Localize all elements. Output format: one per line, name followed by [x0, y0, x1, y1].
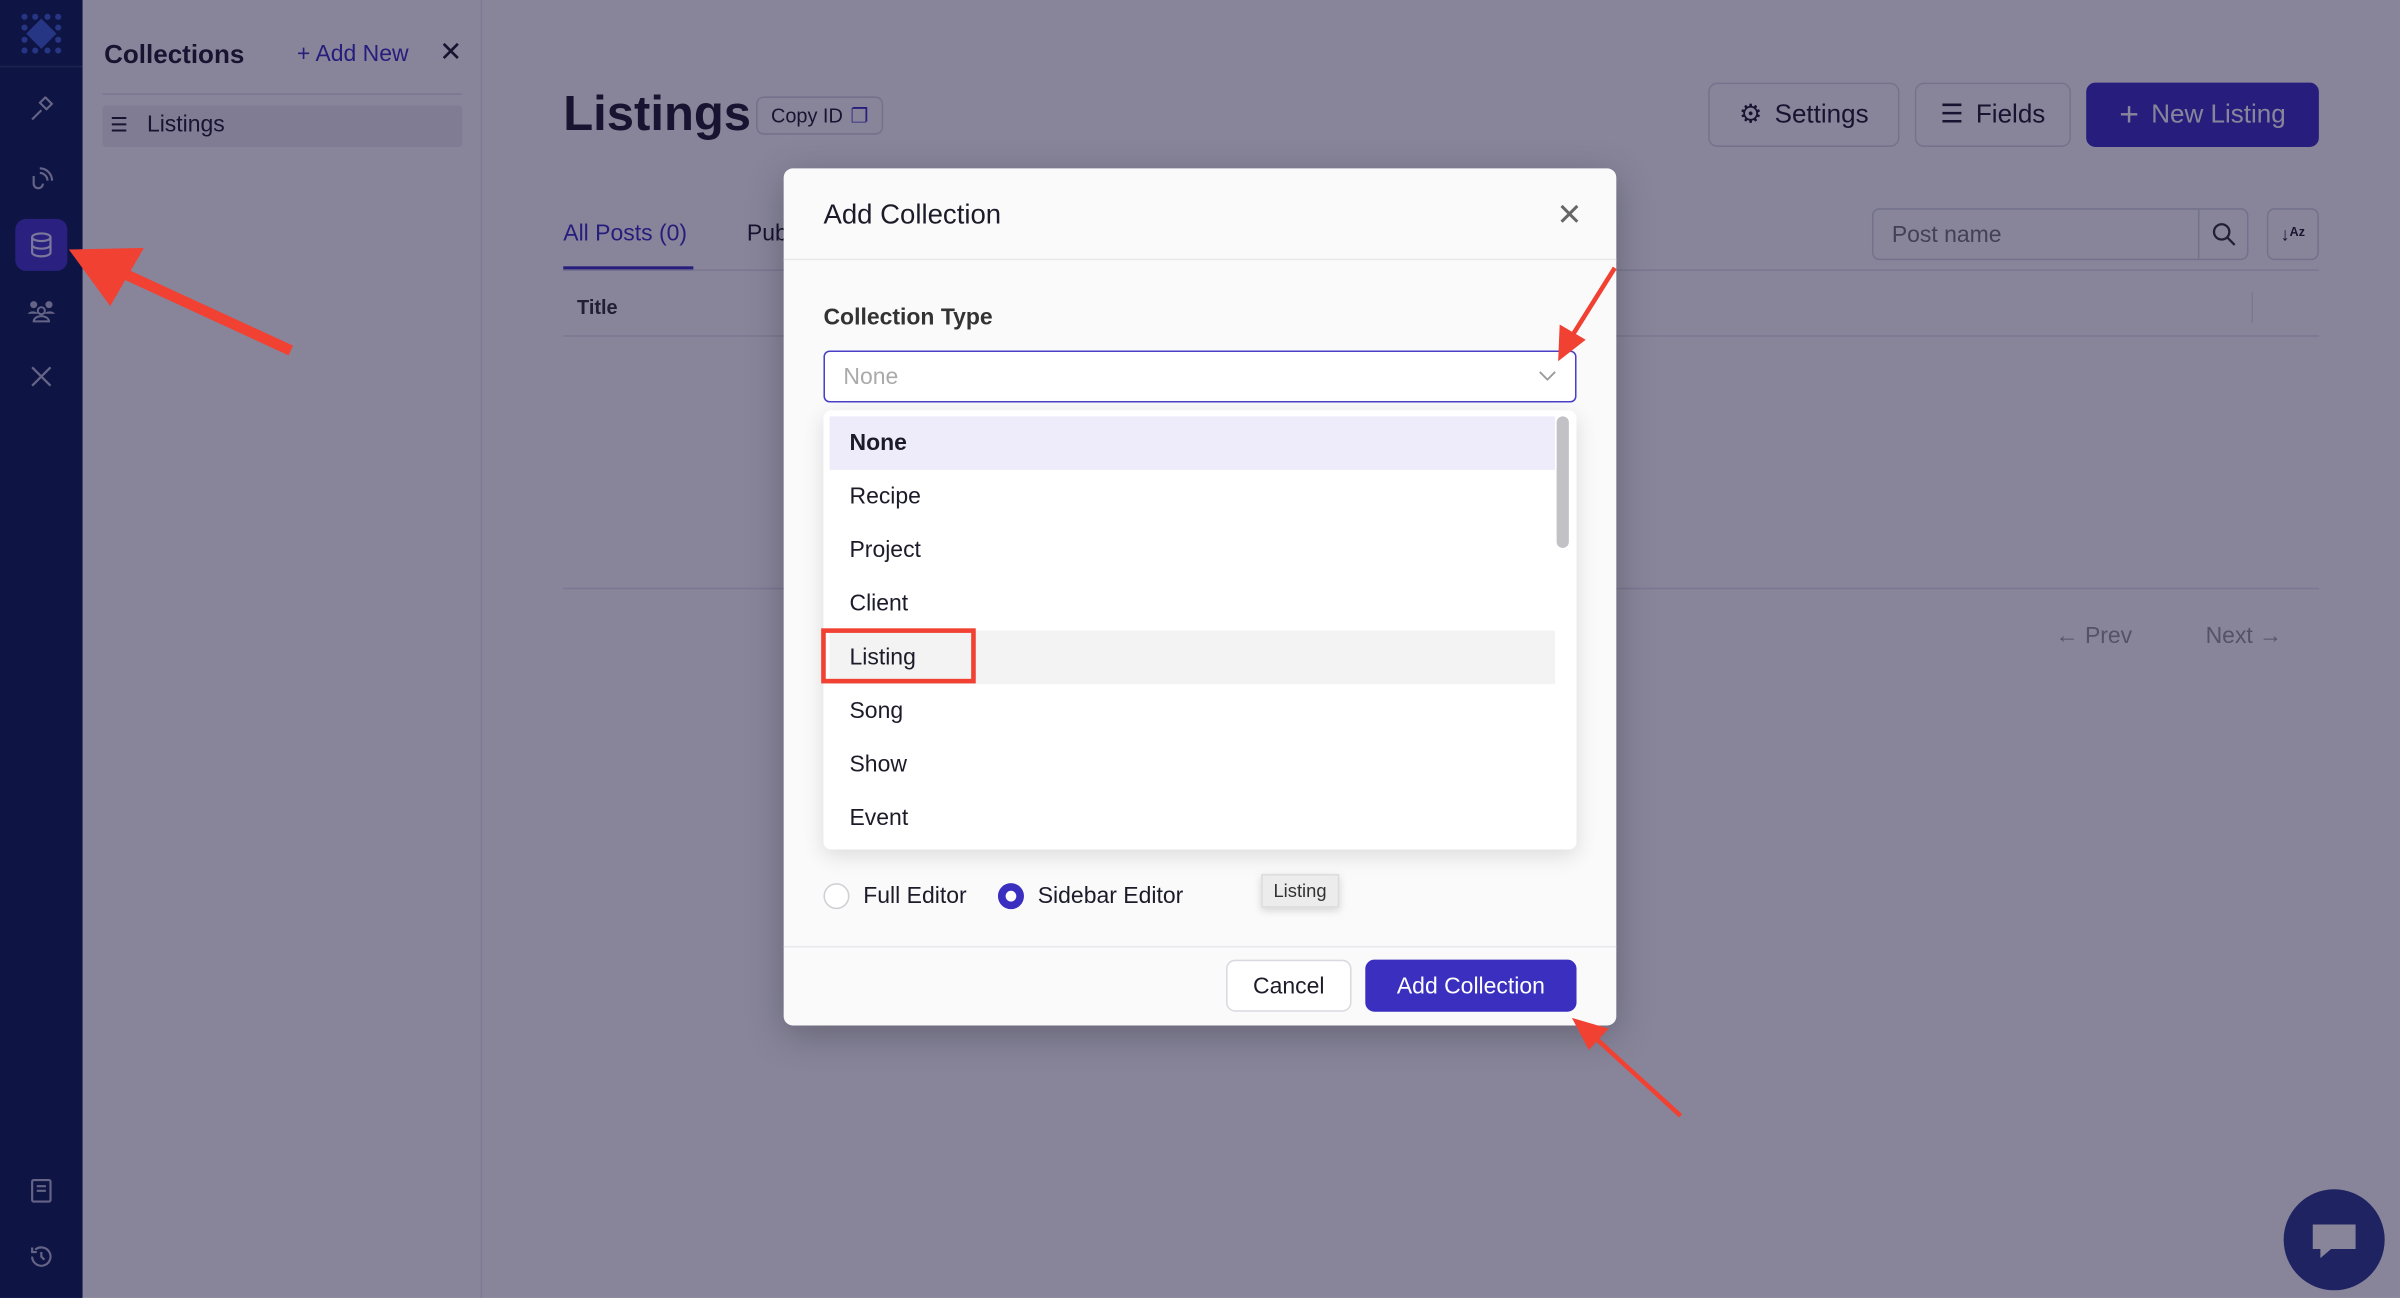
red-arrow-icon [112, 264, 294, 356]
highlight-box [821, 628, 976, 684]
annotation-arrows [68, 247, 1683, 1118]
red-arrow-head-icon [1558, 324, 1586, 362]
